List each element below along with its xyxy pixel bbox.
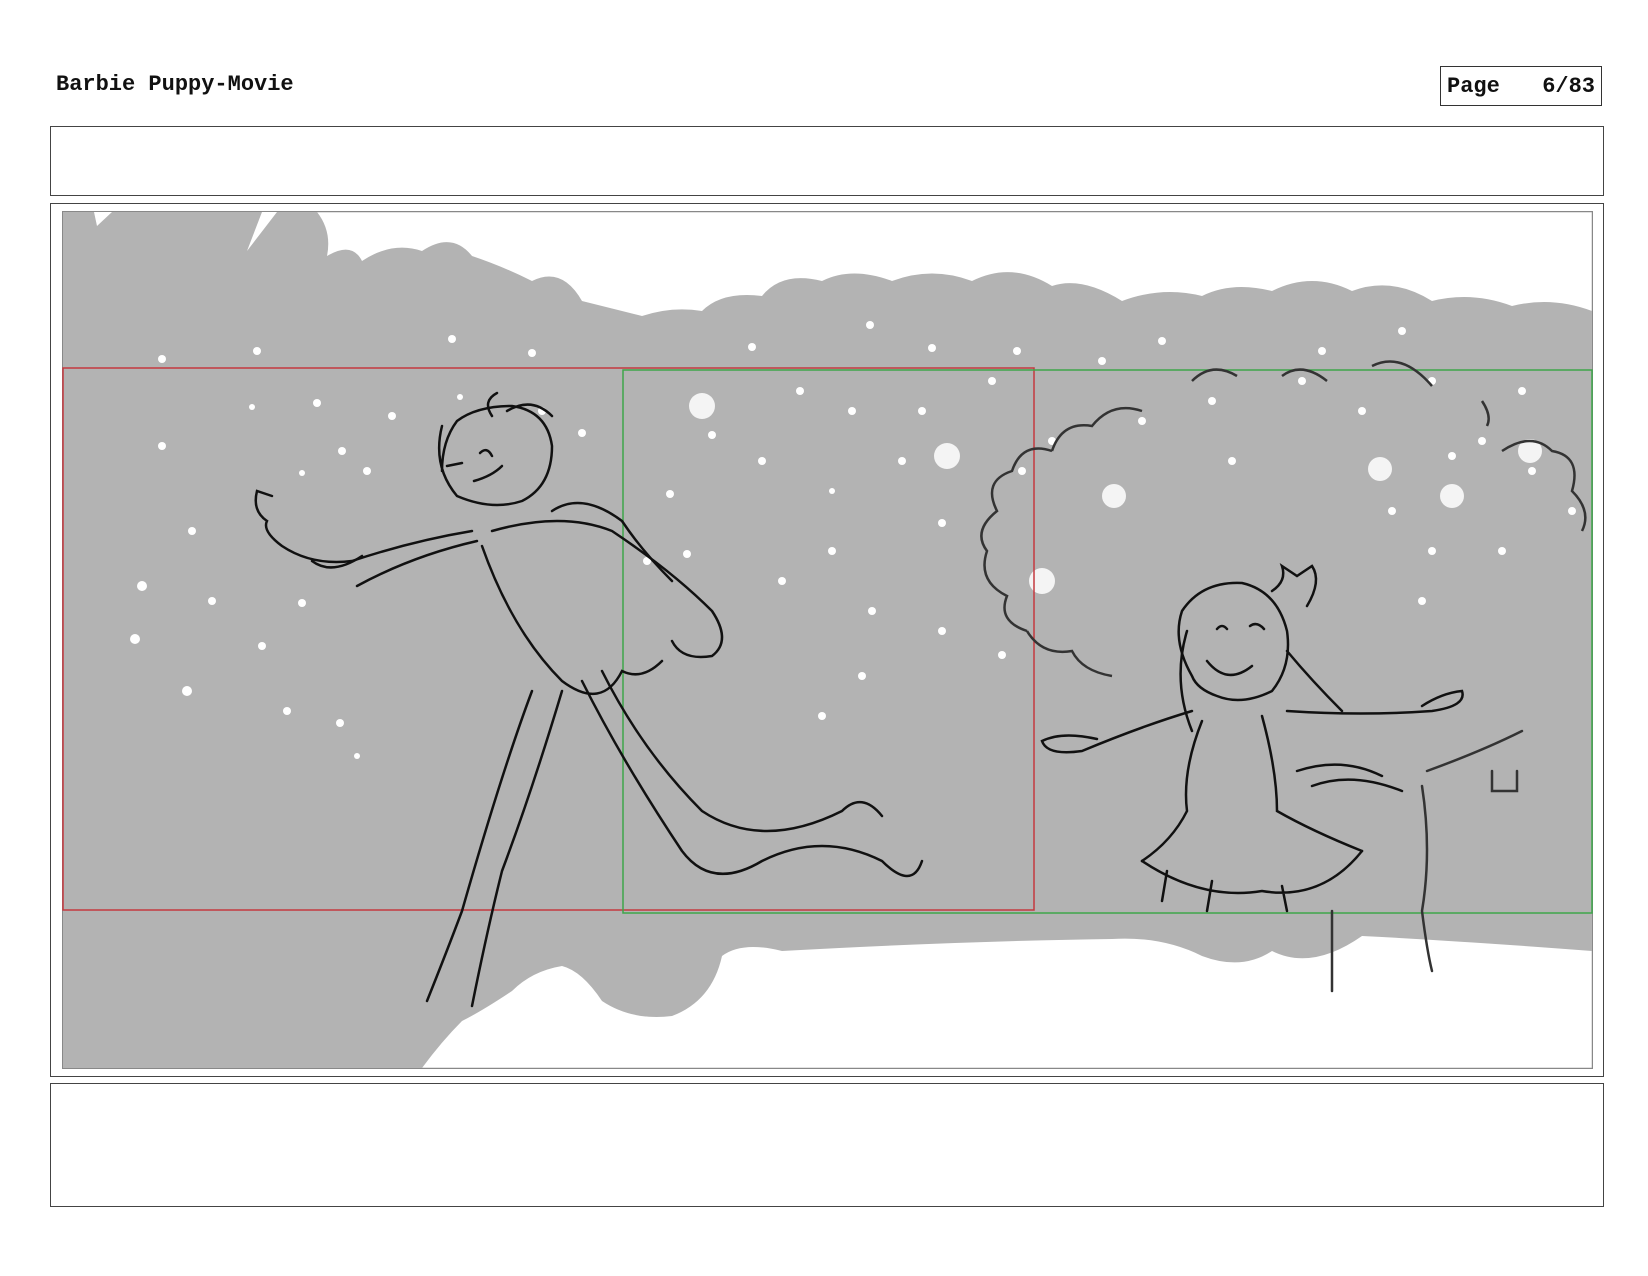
page-indicator: Page 6/83 [1440, 66, 1602, 106]
page-label: Page [1447, 73, 1500, 99]
page-number: 6/83 [1542, 73, 1595, 99]
storyboard-panel-drawing [62, 211, 1593, 1069]
project-title: Barbie Puppy-Movie [56, 72, 294, 97]
action-notes-box [50, 126, 1604, 196]
dialogue-notes-box [50, 1083, 1604, 1207]
